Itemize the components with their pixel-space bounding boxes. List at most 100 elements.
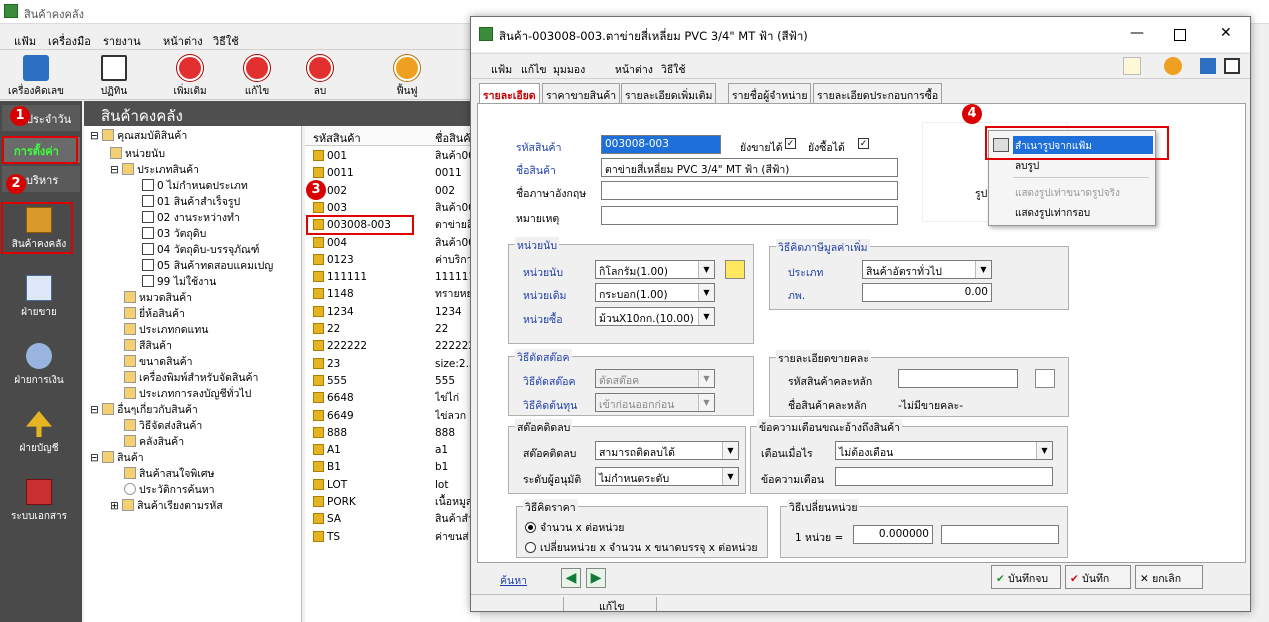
note-input[interactable]: [601, 206, 898, 225]
list-item[interactable]: 6648 ไข่ไก่: [305, 390, 480, 407]
calendar-icon[interactable]: [1224, 58, 1240, 74]
maximize-icon[interactable]: [1174, 29, 1186, 41]
menu-item-actual-size[interactable]: แสดงรูปเท่าขนาดรูปจริง: [1015, 186, 1120, 201]
tree-node[interactable]: ⊟ อื่นๆเกี่ยวกับสินค้า: [90, 402, 198, 418]
list-item[interactable]: 23 size:2.5: [305, 356, 480, 373]
tree-node[interactable]: ขนาดสินค้า: [124, 354, 193, 370]
list-item[interactable]: 555 555: [305, 373, 480, 390]
menu-help[interactable]: วิธีใช้: [213, 32, 239, 50]
list-item[interactable]: B1 b1: [305, 459, 480, 476]
tree-node[interactable]: 02 งานระหว่างทำ: [142, 210, 240, 226]
vat-rate-input[interactable]: 0.00: [862, 283, 992, 302]
warn-message-input[interactable]: [835, 467, 1053, 486]
warn-when-select[interactable]: ไม่ต้องเตือน ▼: [835, 441, 1053, 460]
column-header-code[interactable]: รหัสสินค้า: [313, 129, 361, 147]
approver-level-select[interactable]: ไม่กำหนดระดับ ▼: [595, 467, 739, 486]
delete-button[interactable]: ลบ: [290, 52, 350, 98]
pencil-icon[interactable]: [1123, 57, 1141, 75]
tree-node[interactable]: ⊟ ประเภทสินค้า: [110, 162, 199, 178]
dialog-menu-help[interactable]: วิธีใช้: [661, 61, 686, 78]
tree-node[interactable]: ⊞ สินค้าเรียงตามรหัส: [110, 498, 223, 514]
sidebar-item-sales[interactable]: ฝ่ายขาย: [2, 273, 76, 333]
list-item[interactable]: 6649 ไข่ลวก: [305, 408, 480, 425]
tab-purchase-details[interactable]: รายละเอียดประกอบการซื้อ: [813, 83, 943, 103]
list-item[interactable]: 22 22: [305, 321, 480, 338]
list-item[interactable]: LOT lot: [305, 477, 480, 494]
vat-type-select[interactable]: สินค้าอัตราทั่วไป ▼: [862, 260, 992, 279]
tab-details[interactable]: รายละเอียด: [479, 83, 540, 104]
arrow-right-icon[interactable]: ▶: [586, 568, 606, 588]
save-button[interactable]: ✔ บันทึก: [1065, 565, 1131, 589]
tab-suppliers[interactable]: รายชื่อผู้จำหน่าย: [728, 83, 812, 103]
tree-node[interactable]: สินค้าสนใจพิเศษ: [124, 466, 214, 482]
calculator-icon[interactable]: [1200, 58, 1216, 74]
tree-node[interactable]: ประวัติการค้นหา: [124, 482, 215, 498]
negative-stock-select[interactable]: สามารถติดลบได้ ▼: [595, 441, 739, 460]
english-name-input[interactable]: [601, 181, 898, 200]
search-link[interactable]: ค้นหา: [500, 572, 527, 589]
list-item[interactable]: TS ค่าขนส่: [305, 529, 480, 546]
conversion-input[interactable]: 0.000000: [853, 525, 933, 544]
sidebar-item-documents[interactable]: ระบบเอกสาร: [2, 477, 76, 537]
list-item[interactable]: 002 002: [305, 183, 480, 200]
list-item[interactable]: 111111 111111: [305, 269, 480, 286]
tree-node[interactable]: 01 สินค้าสำเร็จรูป: [142, 194, 240, 210]
tree-node[interactable]: ⊟ สินค้า: [90, 450, 144, 466]
calendar-button[interactable]: ปฏิทิน: [84, 52, 144, 98]
unit-std-select[interactable]: กระบอก(1.00) ▼: [595, 283, 715, 302]
list-item[interactable]: 004 สินค้า00: [305, 235, 480, 252]
list-item[interactable]: 0011 0011: [305, 165, 480, 182]
tab-sale-price[interactable]: ราคาขายสินค้า: [542, 83, 621, 103]
list-item[interactable]: PORK เนื้อหมูส: [305, 494, 480, 511]
list-item[interactable]: 888 888: [305, 425, 480, 442]
tree-node[interactable]: ⊟ คุณสมบัติสินค้า: [90, 128, 187, 144]
tree-node[interactable]: วิธีจัดส่งสินค้า: [124, 418, 202, 434]
tree-node[interactable]: ประเภทกดแทน: [124, 322, 208, 338]
binoculars-icon[interactable]: [1035, 369, 1055, 388]
tree-node[interactable]: ยี่ห้อสินค้า: [124, 306, 185, 322]
cancel-button[interactable]: ✕ ยกเลิก: [1135, 565, 1203, 589]
menu-file[interactable]: แฟ้ม: [14, 32, 36, 50]
save-close-button[interactable]: ✔ บันทึกจบ: [991, 565, 1061, 589]
list-item[interactable]: 001 สินค้า00: [305, 148, 480, 165]
arrow-left-icon[interactable]: ◀: [561, 568, 581, 588]
tree-node[interactable]: 05 สินค้าทดสอบแคมเปญ: [142, 258, 273, 274]
tree-node[interactable]: คลังสินค้า: [124, 434, 184, 450]
refresh-icon[interactable]: [1164, 57, 1182, 75]
menu-item-delete-image[interactable]: ลบรูป: [1015, 159, 1039, 174]
conversion-unit-input[interactable]: [941, 525, 1059, 544]
buy-checkbox[interactable]: ✓: [858, 138, 869, 149]
minimize-icon[interactable]: —: [1130, 25, 1144, 41]
tree-node[interactable]: ประเภทการลงบัญชีทั่วไป: [124, 386, 251, 402]
list-item[interactable]: 1148 ทรายหย: [305, 286, 480, 303]
edit-button[interactable]: แก้ไข: [227, 52, 287, 98]
tree-node[interactable]: 04 วัตถุดิบ-บรรจุภัณฑ์: [142, 242, 260, 258]
menu-report[interactable]: รายงาน: [103, 32, 141, 50]
tree-node[interactable]: 99 ไม่ใช้งาน: [142, 274, 216, 290]
menu-window[interactable]: หน้าต่าง: [163, 32, 203, 50]
dialog-menu-window[interactable]: หน้าต่าง: [615, 61, 653, 78]
refresh-button[interactable]: ฟื้นฟู: [377, 52, 437, 98]
list-item[interactable]: 1234 1234: [305, 304, 480, 321]
tree-node[interactable]: หน่วยนับ: [110, 146, 165, 162]
tree-node[interactable]: 03 วัตถุดิบ: [142, 226, 206, 242]
list-item[interactable]: A1 a1: [305, 442, 480, 459]
sidebar-item-accounting[interactable]: ฝ่ายบัญชี: [2, 409, 76, 469]
close-icon[interactable]: ✕: [1220, 25, 1232, 41]
name-input[interactable]: ตาข่ายสี่เหลี่ยม PVC 3/4" MT ฟ้า (สีฟ้า): [601, 158, 898, 177]
mixed-code-input[interactable]: [898, 369, 1018, 388]
pricing-option-2[interactable]: เปลี่ยนหน่วย x จำนวน x ขนาดบรรจุ x ต่อหน…: [525, 539, 758, 556]
add-button[interactable]: เพิ่มเติม: [160, 52, 220, 98]
sidebar-item-finance[interactable]: ฝ่ายการเงิน: [2, 341, 76, 401]
dialog-menu-view[interactable]: มุมมอง: [553, 61, 585, 78]
menu-tools[interactable]: เครื่องมือ: [48, 32, 91, 50]
calculator-button[interactable]: เครื่องคิดเลข: [6, 52, 66, 98]
unit-lookup-icon[interactable]: [725, 260, 745, 279]
tree-node[interactable]: เครื่องพิมพ์สำหรับจัดสินค้า: [124, 370, 258, 386]
code-input[interactable]: 003008-003: [601, 135, 721, 154]
list-item[interactable]: 222222 222222: [305, 338, 480, 355]
list-item[interactable]: SA สินค้าสำ: [305, 511, 480, 528]
list-item[interactable]: 0123 ค่าบริกา: [305, 252, 480, 269]
tree-node[interactable]: 0 ไม่กำหนดประเภท: [142, 178, 248, 194]
sell-checkbox[interactable]: ✓: [785, 138, 796, 149]
